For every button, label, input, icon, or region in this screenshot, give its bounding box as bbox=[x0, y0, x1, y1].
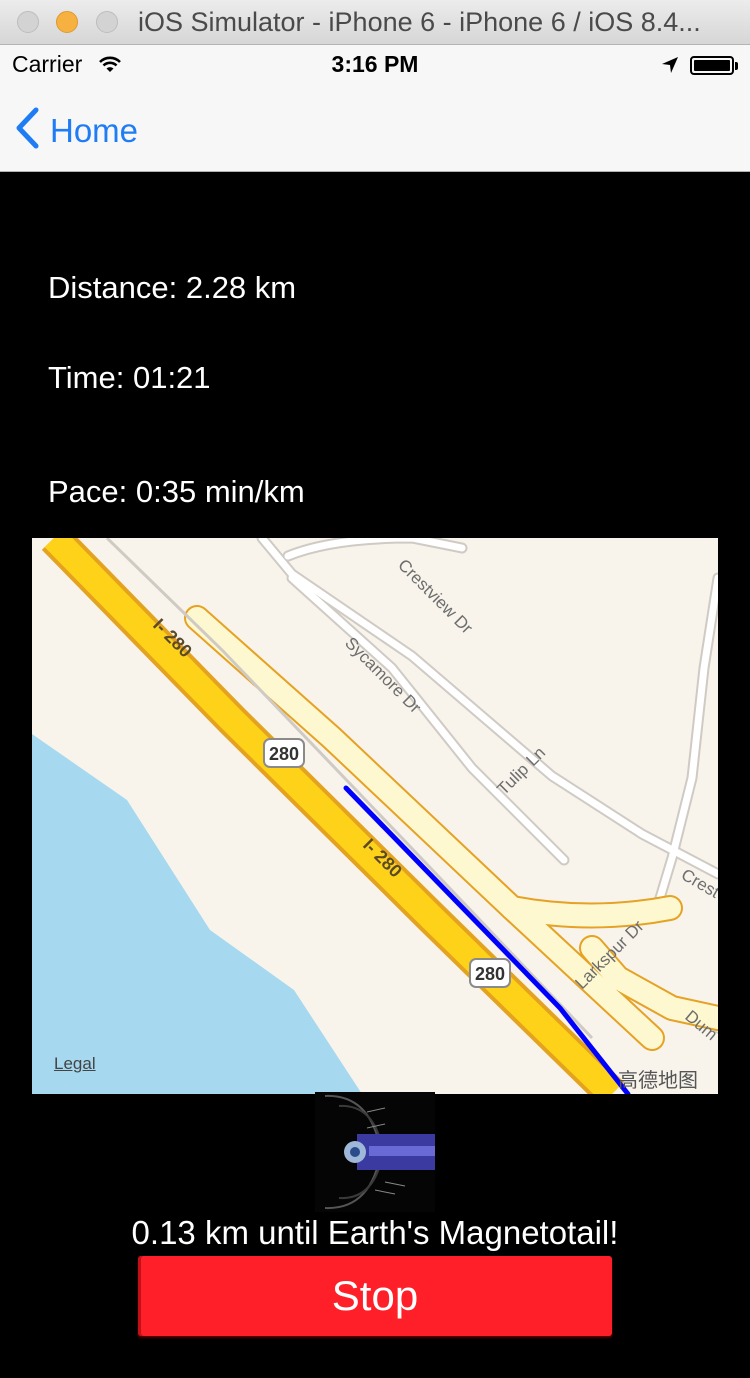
navigation-bar: Home bbox=[0, 85, 750, 172]
chevron-left-icon bbox=[14, 107, 40, 154]
goal-message: 0.13 km until Earth's Magnetotail! bbox=[131, 1214, 619, 1251]
window-zoom-button[interactable] bbox=[96, 11, 118, 33]
magnetotail-badge-image bbox=[315, 1092, 435, 1212]
map-legal-link[interactable]: Legal bbox=[54, 1054, 96, 1074]
pace-label: Pace: 0:35 min/km bbox=[48, 474, 305, 509]
battery-icon bbox=[690, 56, 734, 75]
svg-text:280: 280 bbox=[475, 964, 505, 984]
stop-button[interactable]: Stop bbox=[138, 1256, 612, 1336]
battery-tip bbox=[735, 62, 738, 70]
simulator-title-bar: iOS Simulator - iPhone 6 - iPhone 6 / iO… bbox=[0, 0, 750, 45]
svg-text:280: 280 bbox=[269, 744, 299, 764]
window-close-button[interactable] bbox=[17, 11, 39, 33]
distance-label: Distance: 2.28 km bbox=[48, 270, 297, 305]
map-canvas: 280 280 I- 280 I- 280 Crestview Dr Sycam… bbox=[32, 538, 718, 1094]
back-button-label: Home bbox=[50, 111, 139, 149]
status-time: 3:16 PM bbox=[331, 51, 419, 77]
route-map[interactable]: 280 280 I- 280 I- 280 Crestview Dr Sycam… bbox=[32, 538, 718, 1094]
highway-shield-upper: 280 bbox=[263, 738, 305, 768]
location-arrow-icon bbox=[660, 55, 680, 80]
back-button[interactable]: Home bbox=[14, 107, 138, 154]
highway-shield-lower: 280 bbox=[469, 958, 511, 988]
status-bar: Carrier 3:16 PM bbox=[0, 45, 750, 85]
time-label: Time: 01:21 bbox=[48, 360, 211, 395]
map-provider-logo: 高德地图 bbox=[618, 1070, 698, 1092]
window-minimize-button[interactable] bbox=[56, 11, 78, 33]
window-title: iOS Simulator - iPhone 6 - iPhone 6 / iO… bbox=[138, 7, 701, 37]
